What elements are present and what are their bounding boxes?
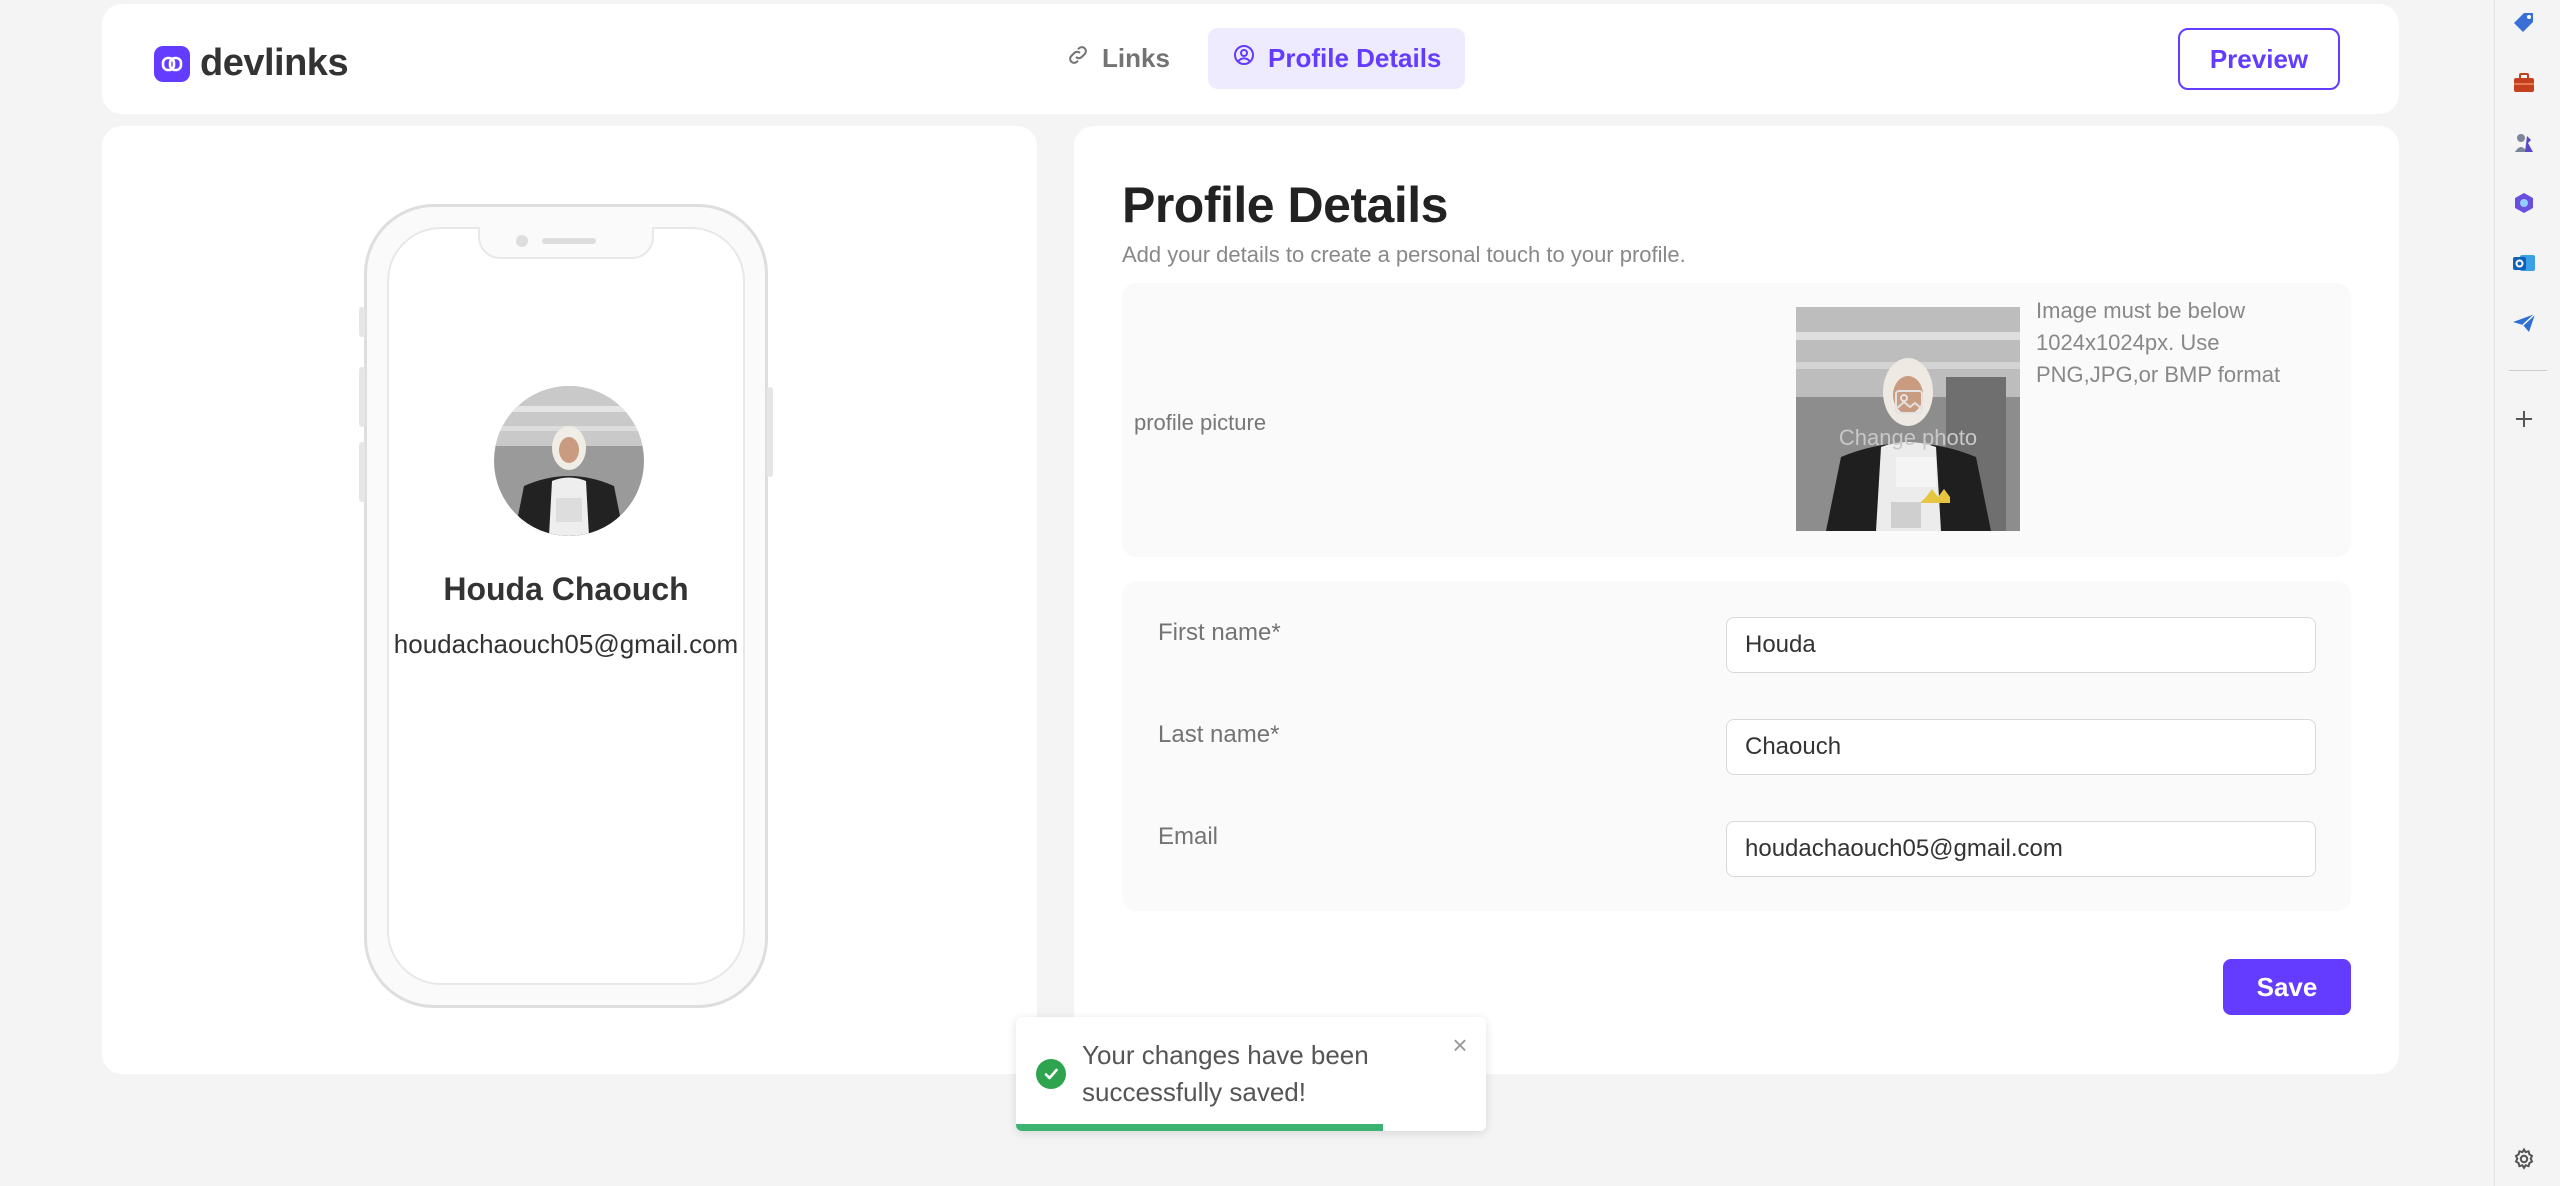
avatar (494, 386, 644, 536)
send-icon[interactable] (2507, 306, 2541, 340)
close-icon[interactable]: × (1446, 1030, 1474, 1060)
chess-icon[interactable] (2507, 126, 2541, 160)
tag-icon[interactable] (2507, 6, 2541, 40)
brand-name: devlinks (200, 42, 349, 84)
preview-button[interactable]: Preview (2178, 28, 2340, 90)
copilot-icon[interactable] (2507, 186, 2541, 220)
tab-links-label: Links (1102, 43, 1170, 73)
phone-side-button (359, 307, 365, 337)
toast-message: Your changes have been successfully save… (1082, 1040, 1369, 1107)
profile-picture-section: profile picture Change photo Image must … (1122, 283, 2351, 557)
top-nav-bar: devlinks Links Profile Details Preview (102, 4, 2399, 114)
preview-email: houdachaouch05@gmail.com (393, 629, 739, 659)
first-name-field[interactable] (1726, 617, 2316, 673)
camera-dot (516, 235, 528, 247)
last-name-field[interactable] (1726, 719, 2316, 775)
last-name-label: Last name* (1158, 721, 1280, 748)
picture-format-hint: Image must be below 1024x1024px. Use PNG… (2036, 298, 2281, 387)
tab-profile-details[interactable]: Profile Details (1208, 28, 1466, 89)
email-field[interactable] (1726, 821, 2316, 877)
profile-fields-section: First name* Last name* Email (1122, 581, 2351, 911)
page-title: Profile Details (1122, 177, 1448, 233)
page-subtitle: Add your details to create a personal to… (1122, 242, 1686, 267)
logo[interactable]: devlinks (154, 42, 349, 85)
image-icon (1894, 389, 1924, 420)
link-logo-icon (154, 45, 190, 82)
plus-icon[interactable] (2507, 402, 2541, 436)
preview-name: Houda Chaouch (443, 571, 689, 607)
speaker-bar (542, 238, 596, 244)
briefcase-icon[interactable] (2507, 66, 2541, 100)
phone-notch (478, 227, 654, 259)
profile-picture-upload[interactable]: Change photo (1796, 307, 2020, 531)
link-icon (1066, 43, 1090, 74)
outlook-icon[interactable] (2507, 246, 2541, 280)
tab-profile-details-label: Profile Details (1268, 43, 1442, 73)
phone-side-button (767, 387, 773, 477)
tab-links[interactable]: Links (1042, 28, 1194, 89)
email-label: Email (1158, 823, 1219, 850)
check-circle-icon (1036, 1059, 1066, 1089)
toast-progress-bar (1016, 1124, 1383, 1131)
phone-side-button (359, 442, 365, 502)
user-circle-icon (1232, 43, 1256, 74)
settings-icon[interactable] (2507, 1142, 2541, 1176)
phone-preview-panel: Houda Chaouch houdachaouch05@gmail.com (102, 126, 1037, 1074)
sidebar-divider (2509, 370, 2547, 371)
success-toast: Your changes have been successfully save… (1016, 1017, 1486, 1131)
first-name-label: First name* (1158, 619, 1281, 646)
profile-details-panel: Profile Details Add your details to crea… (1074, 126, 2399, 1074)
save-button[interactable]: Save (2223, 959, 2351, 1015)
change-photo-label: Change photo (1838, 425, 1978, 450)
browser-edge-sidebar (2494, 0, 2560, 1186)
profile-picture-label: profile picture (1134, 410, 1267, 435)
phone-side-button (359, 367, 365, 427)
